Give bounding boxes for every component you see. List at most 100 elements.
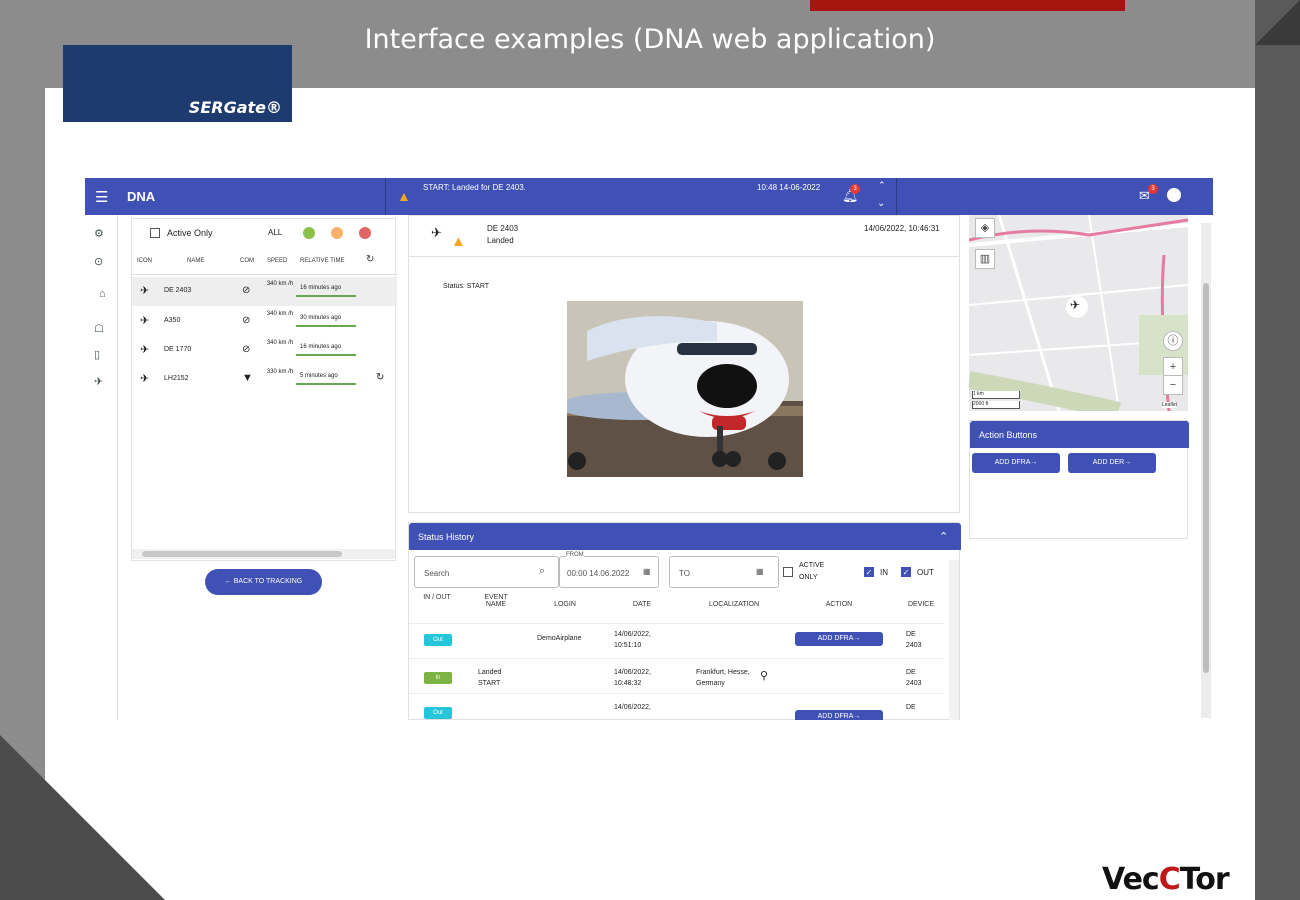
event-date: 14/06/2022, 10:48:32 bbox=[614, 669, 651, 687]
history-row[interactable]: In Landed START 14/06/2022, 10:48:32 Fra… bbox=[409, 658, 944, 693]
add-der-button[interactable]: ADD DER→ bbox=[1068, 453, 1156, 473]
refresh-icon[interactable]: ↻ bbox=[366, 254, 374, 265]
aircraft-photo bbox=[567, 301, 803, 477]
all-filter[interactable]: ALL bbox=[268, 228, 282, 237]
column-header[interactable]: LOGIN bbox=[547, 601, 583, 608]
map-view[interactable]: ✈ ◈ ▥ ⓘ + − 1 km 2000 ft Leaflet bbox=[969, 215, 1188, 411]
vehicle-row[interactable]: ✈ A350 ⊘ 340 km /h 30 minutes ago bbox=[132, 307, 397, 336]
active-only-checkbox[interactable] bbox=[783, 567, 793, 577]
detail-status: Status: START bbox=[443, 283, 490, 290]
from-date-field[interactable]: FROM 00:00 14.06.2022 ▦ bbox=[559, 552, 659, 588]
chevron-down-icon[interactable]: ⌄ bbox=[877, 198, 885, 209]
column-header[interactable]: ACTION bbox=[819, 601, 859, 608]
document-icon[interactable]: ▯ bbox=[94, 348, 100, 361]
aircraft-marker-icon[interactable]: ✈ bbox=[1070, 298, 1080, 312]
history-row[interactable]: Out 14/06/2022, ADD DFRA→ DE bbox=[409, 693, 944, 720]
map-book-icon[interactable]: ▥ bbox=[975, 249, 995, 269]
scrollbar-thumb[interactable] bbox=[142, 551, 342, 557]
logo-text: SERGate® bbox=[188, 98, 282, 117]
in-out-tag: Out bbox=[424, 634, 452, 646]
calendar-icon[interactable]: ▦ bbox=[643, 567, 651, 576]
detail-timestamp: 14/06/2022, 10:46:31 bbox=[864, 224, 940, 233]
out-checkbox[interactable]: ✓ bbox=[901, 567, 911, 577]
vehicle-table-header: ICON NAME COM SPEED RELATIVE TIME ↻ bbox=[132, 249, 397, 275]
zoom-out-button[interactable]: − bbox=[1163, 375, 1183, 395]
group-icon[interactable]: ☖ bbox=[94, 322, 104, 335]
vehicle-speed: 340 km /h bbox=[266, 311, 294, 317]
collapse-icon[interactable]: ⌃ bbox=[939, 530, 948, 543]
location-pin-icon[interactable]: ⚲ bbox=[760, 669, 768, 682]
column-header[interactable]: DATE bbox=[627, 601, 657, 608]
to-date-field[interactable]: TO ▦ bbox=[669, 556, 779, 588]
history-row[interactable]: Out DemoAirplane 14/06/2022, 10:51:10 AD… bbox=[409, 623, 944, 658]
vehicle-row[interactable]: ✈ DE 1770 ⊘ 340 km /h 16 minutes ago bbox=[132, 336, 397, 365]
map-attribution[interactable]: Leaflet bbox=[1162, 402, 1178, 408]
notification-message[interactable]: START: Landed for DE 2403. bbox=[423, 183, 526, 192]
column-header[interactable]: COM bbox=[240, 258, 254, 264]
search-input[interactable]: Search ⌕ bbox=[414, 556, 559, 588]
layers-icon[interactable]: ◈ bbox=[975, 218, 995, 238]
event-date: 14/06/2022, bbox=[614, 704, 651, 711]
warning-icon: ▲ bbox=[397, 188, 411, 204]
divider bbox=[409, 256, 959, 257]
active-only-label: ACTIVE ONLY bbox=[799, 562, 825, 581]
event-date: 14/06/2022, 10:51:10 bbox=[614, 631, 651, 649]
active-only-checkbox[interactable] bbox=[150, 228, 160, 238]
status-filter-red[interactable] bbox=[359, 227, 371, 239]
history-scrollbar[interactable] bbox=[949, 560, 959, 720]
status-filter-orange[interactable] bbox=[331, 227, 343, 239]
signal-off-icon: ⊘ bbox=[242, 285, 251, 296]
column-header[interactable]: RELATIVE TIME bbox=[300, 258, 344, 264]
scrollbar-thumb[interactable] bbox=[1203, 283, 1209, 673]
plane-icon: ✈ bbox=[431, 225, 442, 240]
info-icon[interactable]: ⓘ bbox=[1163, 331, 1183, 351]
dashboard-icon[interactable]: ⚙ bbox=[94, 227, 104, 240]
page-scrollbar[interactable] bbox=[1201, 223, 1211, 718]
column-header[interactable]: SPEED bbox=[267, 258, 287, 264]
vehicle-row[interactable]: ✈ DE 2403 ⊘ 340 km /h 16 minutes ago bbox=[132, 277, 397, 306]
refresh-icon[interactable]: ↻ bbox=[376, 372, 384, 383]
out-label: OUT bbox=[917, 568, 934, 577]
vehicle-name: LH2152 bbox=[164, 375, 189, 382]
column-header[interactable]: LOCALIZATION bbox=[699, 601, 769, 608]
column-header[interactable]: ICON bbox=[137, 258, 152, 264]
warning-icon: ▲ bbox=[451, 233, 466, 250]
column-header[interactable]: NAME bbox=[187, 258, 204, 264]
device: DE bbox=[906, 704, 916, 711]
column-header[interactable]: EVENT NAME bbox=[477, 594, 515, 608]
column-header[interactable]: DEVICE bbox=[901, 601, 941, 608]
app-topbar: ☰ DNA ▲ START: Landed for DE 2403. 10:48… bbox=[85, 178, 1213, 215]
time-progress-bar bbox=[296, 383, 356, 385]
time-progress-bar bbox=[296, 354, 356, 356]
add-dfra-button[interactable]: ADD DFRA→ bbox=[972, 453, 1060, 473]
add-dfra-button[interactable]: ADD DFRA→ bbox=[795, 710, 883, 720]
event-name: Landed START bbox=[478, 669, 502, 687]
status-history-header[interactable]: Status History ⌃ bbox=[409, 523, 961, 550]
in-checkbox[interactable]: ✓ bbox=[864, 567, 874, 577]
chevron-up-icon[interactable]: ⌃ bbox=[878, 180, 886, 191]
topbar-divider bbox=[385, 178, 386, 215]
plane-icon: ✈ bbox=[140, 285, 150, 297]
account-icon[interactable] bbox=[1167, 188, 1181, 202]
search-icon[interactable]: ⌕ bbox=[539, 565, 545, 578]
back-to-tracking-button[interactable]: ← BACK TO TRACKING bbox=[205, 569, 322, 595]
location-pin-icon[interactable]: ⊙ bbox=[94, 255, 103, 268]
action-buttons-header: Action Buttons bbox=[970, 421, 1189, 448]
column-header[interactable]: IN / OUT bbox=[422, 594, 452, 601]
alert-icon[interactable]: ⌂ bbox=[99, 288, 106, 300]
status-filter-green[interactable] bbox=[303, 227, 315, 239]
horizontal-scrollbar[interactable] bbox=[132, 549, 395, 559]
plane-icon: ✈ bbox=[140, 373, 150, 385]
plane-settings-icon[interactable]: ✈ bbox=[94, 375, 103, 388]
topbar-divider bbox=[896, 178, 897, 215]
zoom-in-button[interactable]: + bbox=[1163, 357, 1183, 377]
plane-icon: ✈ bbox=[140, 344, 150, 356]
dna-app-window: ☰ DNA ▲ START: Landed for DE 2403. 10:48… bbox=[85, 178, 1213, 720]
calendar-icon[interactable]: ▦ bbox=[756, 567, 764, 576]
vehicle-row[interactable]: ✈ LH2152 ▼ 330 km /h 5 minutes ago ↻ bbox=[132, 365, 397, 394]
in-out-tag: In bbox=[424, 672, 452, 684]
add-dfra-button[interactable]: ADD DFRA→ bbox=[795, 632, 883, 646]
menu-icon[interactable]: ☰ bbox=[95, 188, 108, 206]
relative-time: 5 minutes ago bbox=[300, 373, 338, 379]
vector-logo: VecCTor bbox=[1102, 862, 1230, 897]
